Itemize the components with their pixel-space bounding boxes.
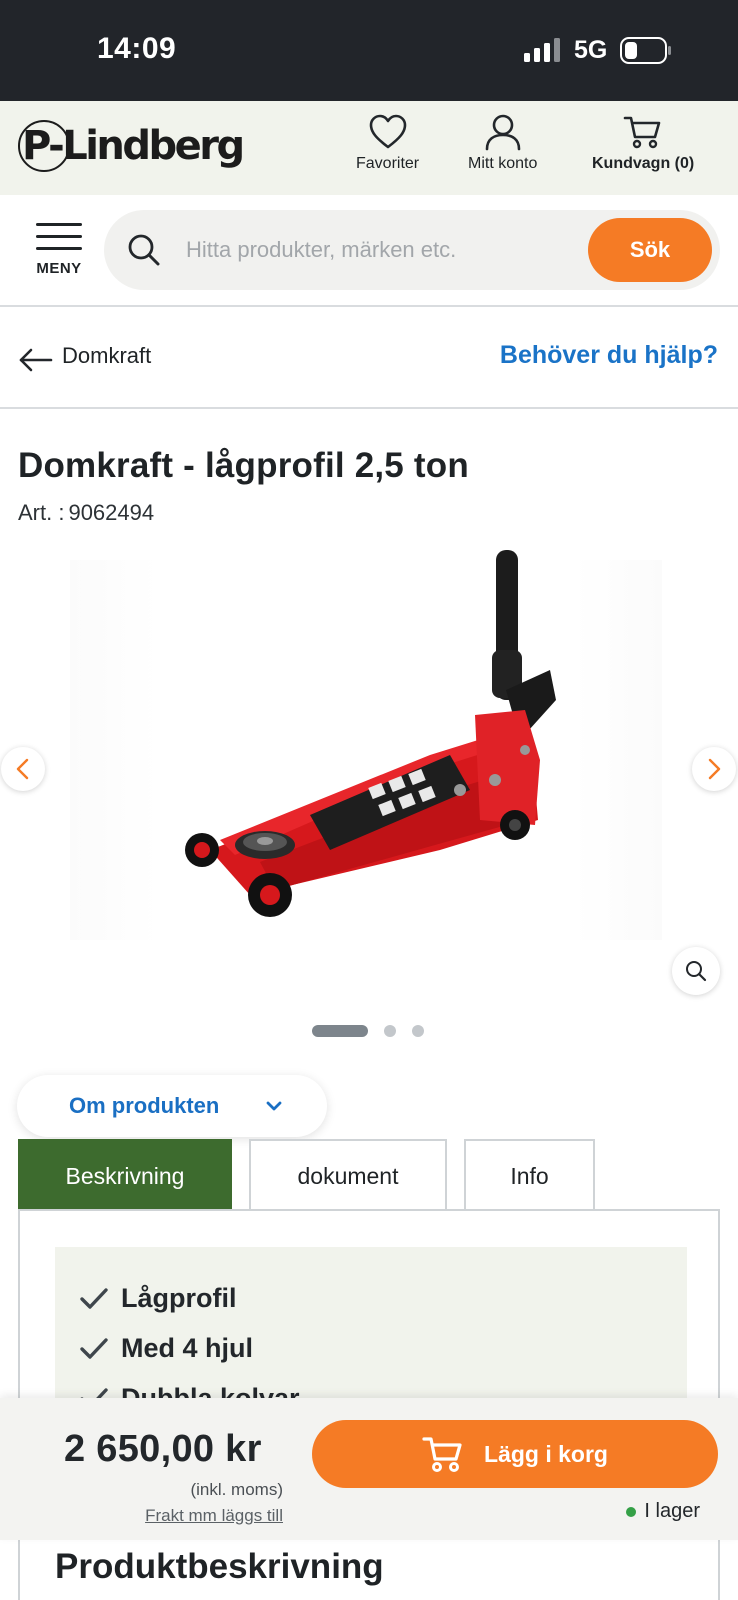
chevron-right-icon xyxy=(708,758,721,780)
search-icon xyxy=(128,234,160,266)
article-number: Art. :9062494 xyxy=(18,500,154,526)
menu-label: MENY xyxy=(36,260,82,277)
cart-label: Kundvagn (0) xyxy=(592,155,695,172)
menu-button[interactable]: MENY xyxy=(34,223,84,277)
search-row: MENY Hitta produkter, märken etc. Sök xyxy=(0,195,738,307)
shipping-note-link[interactable]: Frakt mm läggs till xyxy=(145,1506,283,1526)
stock-status: I lager xyxy=(626,1500,700,1523)
product-gallery xyxy=(0,550,738,995)
pagination-dot[interactable] xyxy=(384,1025,396,1037)
tab-info[interactable]: Info xyxy=(464,1139,595,1211)
arrow-left-icon[interactable] xyxy=(18,347,54,373)
search-button[interactable]: Sök xyxy=(588,218,712,282)
cart-link[interactable]: Kundvagn (0) xyxy=(592,113,694,173)
gallery-prev-button[interactable] xyxy=(1,747,45,791)
help-link[interactable]: Behöver du hjälp? xyxy=(500,341,718,370)
gallery-pagination xyxy=(312,1025,424,1037)
cart-icon xyxy=(422,1437,462,1472)
product-title: Domkraft - lågprofil 2,5 ton xyxy=(18,446,469,485)
zoom-button[interactable] xyxy=(672,947,720,995)
chevron-left-icon xyxy=(16,758,29,780)
buy-bar: 2 650,00 kr (inkl. moms) Frakt mm läggs … xyxy=(0,1398,738,1540)
gallery-next-button[interactable] xyxy=(692,747,736,791)
network-type: 5G xyxy=(574,36,608,64)
favorites-link[interactable]: Favoriter xyxy=(356,113,419,173)
vat-note: (inkl. moms) xyxy=(190,1480,283,1499)
site-logo[interactable]: P-Lindberg xyxy=(18,117,245,175)
account-link[interactable]: Mitt konto xyxy=(468,113,537,173)
product-image[interactable] xyxy=(180,550,560,930)
pagination-dot-active[interactable] xyxy=(312,1025,368,1037)
status-bar: 14:09 5G xyxy=(0,0,738,101)
logo-text: P-Lindberg xyxy=(22,123,245,169)
add-to-cart-label: Lägg i korg xyxy=(484,1440,608,1467)
chevron-down-icon xyxy=(266,1101,282,1111)
search-input[interactable]: Hitta produkter, märken etc. Sök xyxy=(104,210,720,290)
stock-label: I lager xyxy=(644,1500,700,1522)
checkmark-icon xyxy=(80,1337,108,1359)
checkmark-icon xyxy=(80,1287,108,1309)
back-link[interactable]: Domkraft xyxy=(62,343,151,369)
zoom-icon xyxy=(686,961,707,982)
signal-icon xyxy=(524,38,560,62)
favorites-label: Favoriter xyxy=(356,155,420,172)
about-product-toggle[interactable]: Om produkten xyxy=(17,1075,327,1137)
battery-icon xyxy=(620,37,671,64)
tab-dokument[interactable]: dokument xyxy=(249,1139,447,1211)
tab-beskrivning[interactable]: Beskrivning xyxy=(18,1139,232,1211)
article-value: 9062494 xyxy=(68,500,155,525)
breadcrumb: Domkraft Behöver du hjälp? xyxy=(0,307,738,409)
list-item: Lågprofil xyxy=(79,1283,237,1314)
user-icon xyxy=(485,114,520,151)
article-label: Art. : xyxy=(18,500,65,525)
stock-dot-icon xyxy=(626,1506,637,1517)
description-heading: Produktbeskrivning xyxy=(55,1547,384,1586)
site-header: P-Lindberg Favoriter Mitt konto Kundvagn… xyxy=(0,101,738,195)
pagination-dot[interactable] xyxy=(412,1025,424,1037)
cart-icon xyxy=(623,116,661,149)
feature-label: Lågprofil xyxy=(121,1283,237,1313)
product-price: 2 650,00 kr xyxy=(64,1428,262,1470)
heart-icon xyxy=(369,114,406,149)
feature-label: Med 4 hjul xyxy=(121,1333,254,1363)
add-to-cart-button[interactable]: Lägg i korg xyxy=(312,1420,718,1488)
status-time: 14:09 xyxy=(97,32,177,65)
hamburger-icon xyxy=(36,223,82,226)
about-product-label: Om produkten xyxy=(69,1093,220,1118)
search-placeholder: Hitta produkter, märken etc. xyxy=(186,237,457,262)
list-item: Med 4 hjul xyxy=(79,1333,253,1364)
account-label: Mitt konto xyxy=(468,155,538,172)
